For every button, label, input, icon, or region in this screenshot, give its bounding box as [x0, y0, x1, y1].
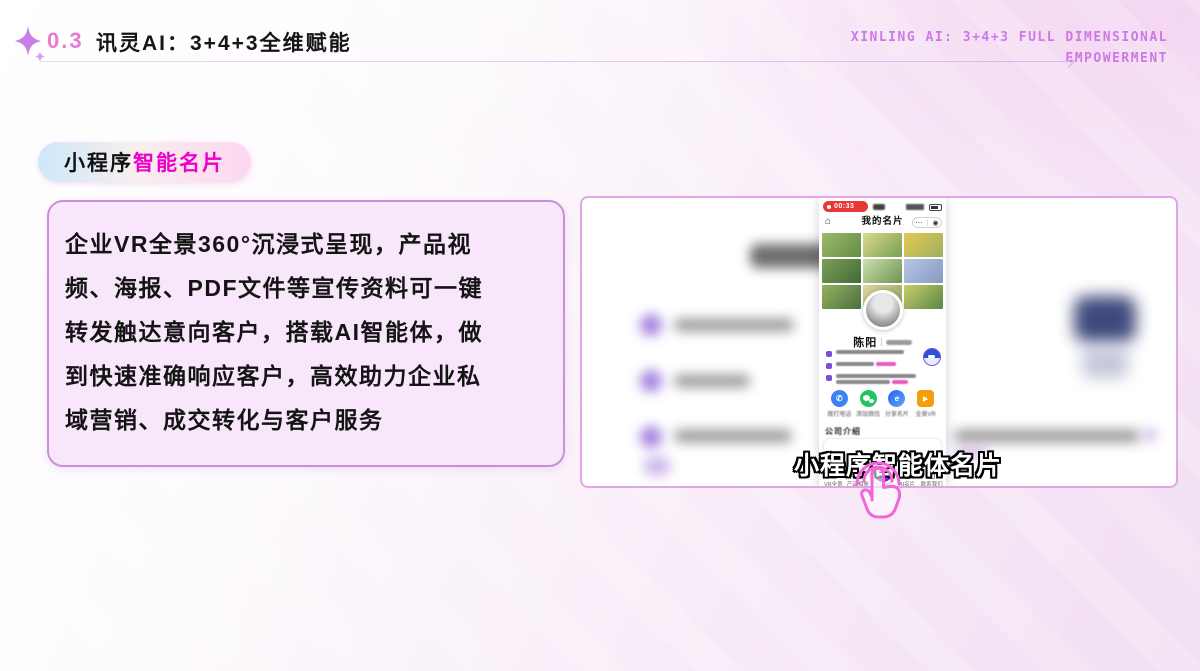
recording-badge: 00:33 — [823, 201, 868, 212]
capsule-divider — [927, 219, 928, 226]
header-divider — [40, 61, 1070, 62]
blurred-text — [836, 380, 890, 384]
phone-icon — [640, 370, 662, 392]
address-row — [826, 374, 926, 384]
section-number: 0.3 — [47, 28, 84, 54]
blurred-link[interactable] — [876, 362, 896, 366]
blurred-text-line — [954, 430, 1140, 442]
photo-thumbnail[interactable] — [904, 285, 943, 309]
subtitle-line-1: XINLING AI: 3+4+3 FULL DIMENSIONAL — [851, 27, 1168, 48]
topic-badge: 小程序智能名片 — [38, 142, 251, 182]
status-bar: 00:33 — [819, 201, 946, 213]
avatar — [863, 290, 903, 330]
photo-thumbnail[interactable] — [904, 233, 943, 257]
blurred-text — [836, 350, 904, 354]
more-icon[interactable]: ⋯ — [915, 219, 922, 227]
sparkle-icon — [10, 25, 46, 63]
phone-navbar: ⌂ 我的名片 ⋯ ◉ — [819, 215, 946, 229]
status-clock — [873, 204, 885, 210]
photo-thumbnail[interactable] — [822, 233, 861, 257]
video-icon — [917, 390, 934, 407]
blurred-text-line — [674, 319, 794, 331]
company-row — [826, 350, 926, 357]
profile-name: 陈阳 — [853, 334, 877, 350]
vr-button[interactable]: 全景VR — [914, 390, 938, 418]
slide: 0.3 讯灵AI：3+4+3全维赋能 XINLING AI: 3+4+3 FUL… — [0, 0, 1200, 671]
location-small-icon — [826, 375, 832, 381]
name-divider — [881, 338, 882, 346]
video-frame-panel: 00:33 ⌂ 我的名片 ⋯ ◉ — [580, 196, 1178, 488]
photo-thumbnail[interactable] — [822, 259, 861, 283]
subtitle-english: XINLING AI: 3+4+3 FULL DIMENSIONAL EMPOW… — [851, 27, 1168, 69]
blurred-text-line — [674, 430, 792, 442]
action-label: 全景VR — [915, 409, 935, 418]
recording-time: 00:33 — [834, 203, 854, 210]
share-card-button[interactable]: e 分享名片 — [885, 390, 909, 418]
wechat-button[interactable]: 添加微信 — [856, 390, 880, 418]
action-buttons: ✆ 拨打电话 添加微信 e 分享名片 全景VR — [819, 390, 946, 418]
share-icon: e — [888, 390, 905, 407]
miniprogram-capsule[interactable]: ⋯ ◉ — [912, 217, 942, 228]
blurred-text — [836, 374, 916, 378]
blurred-logo-text — [1082, 348, 1128, 378]
badge-prefix: 小程序 — [64, 147, 133, 177]
building-icon — [640, 314, 662, 336]
phone-row — [826, 362, 926, 369]
blurred-text-line — [674, 375, 750, 387]
company-icon — [826, 351, 832, 357]
record-dot-icon — [827, 205, 831, 209]
close-target-icon[interactable]: ◉ — [932, 219, 938, 227]
phone-screenshot: 00:33 ⌂ 我的名片 ⋯ ◉ — [819, 198, 946, 488]
subtitle-line-2: EMPOWERMENT — [851, 48, 1168, 69]
wechat-icon — [860, 390, 877, 407]
phone-small-icon — [826, 363, 832, 369]
call-button[interactable]: ✆ 拨打电话 — [827, 390, 851, 418]
battery-icon — [929, 204, 942, 211]
ai-assistant-avatar[interactable] — [923, 348, 941, 366]
location-icon — [640, 426, 662, 448]
blurred-robot-logo — [1074, 296, 1136, 342]
map-pin-icon — [1144, 429, 1156, 441]
profile-tag-blurred — [886, 340, 912, 345]
company-section-title: 公司介绍 — [825, 426, 861, 437]
profile-name-row: 陈阳 — [819, 334, 946, 350]
signal-icon — [906, 204, 924, 210]
blurred-text — [836, 362, 874, 366]
photo-thumbnail[interactable] — [863, 259, 902, 283]
page-title: 讯灵AI：3+4+3全维赋能 — [96, 27, 352, 57]
description-text: 企业VR全景360°沉浸式呈现，产品视 频、海报、PDF文件等宣传资料可一键 转… — [65, 222, 547, 442]
photo-thumbnail[interactable] — [822, 285, 861, 309]
contact-info — [826, 350, 926, 389]
call-icon: ✆ — [831, 390, 848, 407]
photo-thumbnail[interactable] — [904, 259, 943, 283]
description-box: 企业VR全景360°沉浸式呈现，产品视 频、海报、PDF文件等宣传资料可一键 转… — [47, 200, 565, 467]
blurred-link[interactable] — [892, 380, 908, 384]
blurred-section-label — [644, 456, 670, 476]
action-label: 添加微信 — [856, 409, 880, 418]
action-label: 分享名片 — [885, 409, 909, 418]
action-label: 拨打电话 — [827, 409, 851, 418]
photo-thumbnail[interactable] — [863, 233, 902, 257]
badge-highlight: 智能名片 — [133, 147, 225, 177]
hand-pointer-icon — [845, 452, 911, 530]
